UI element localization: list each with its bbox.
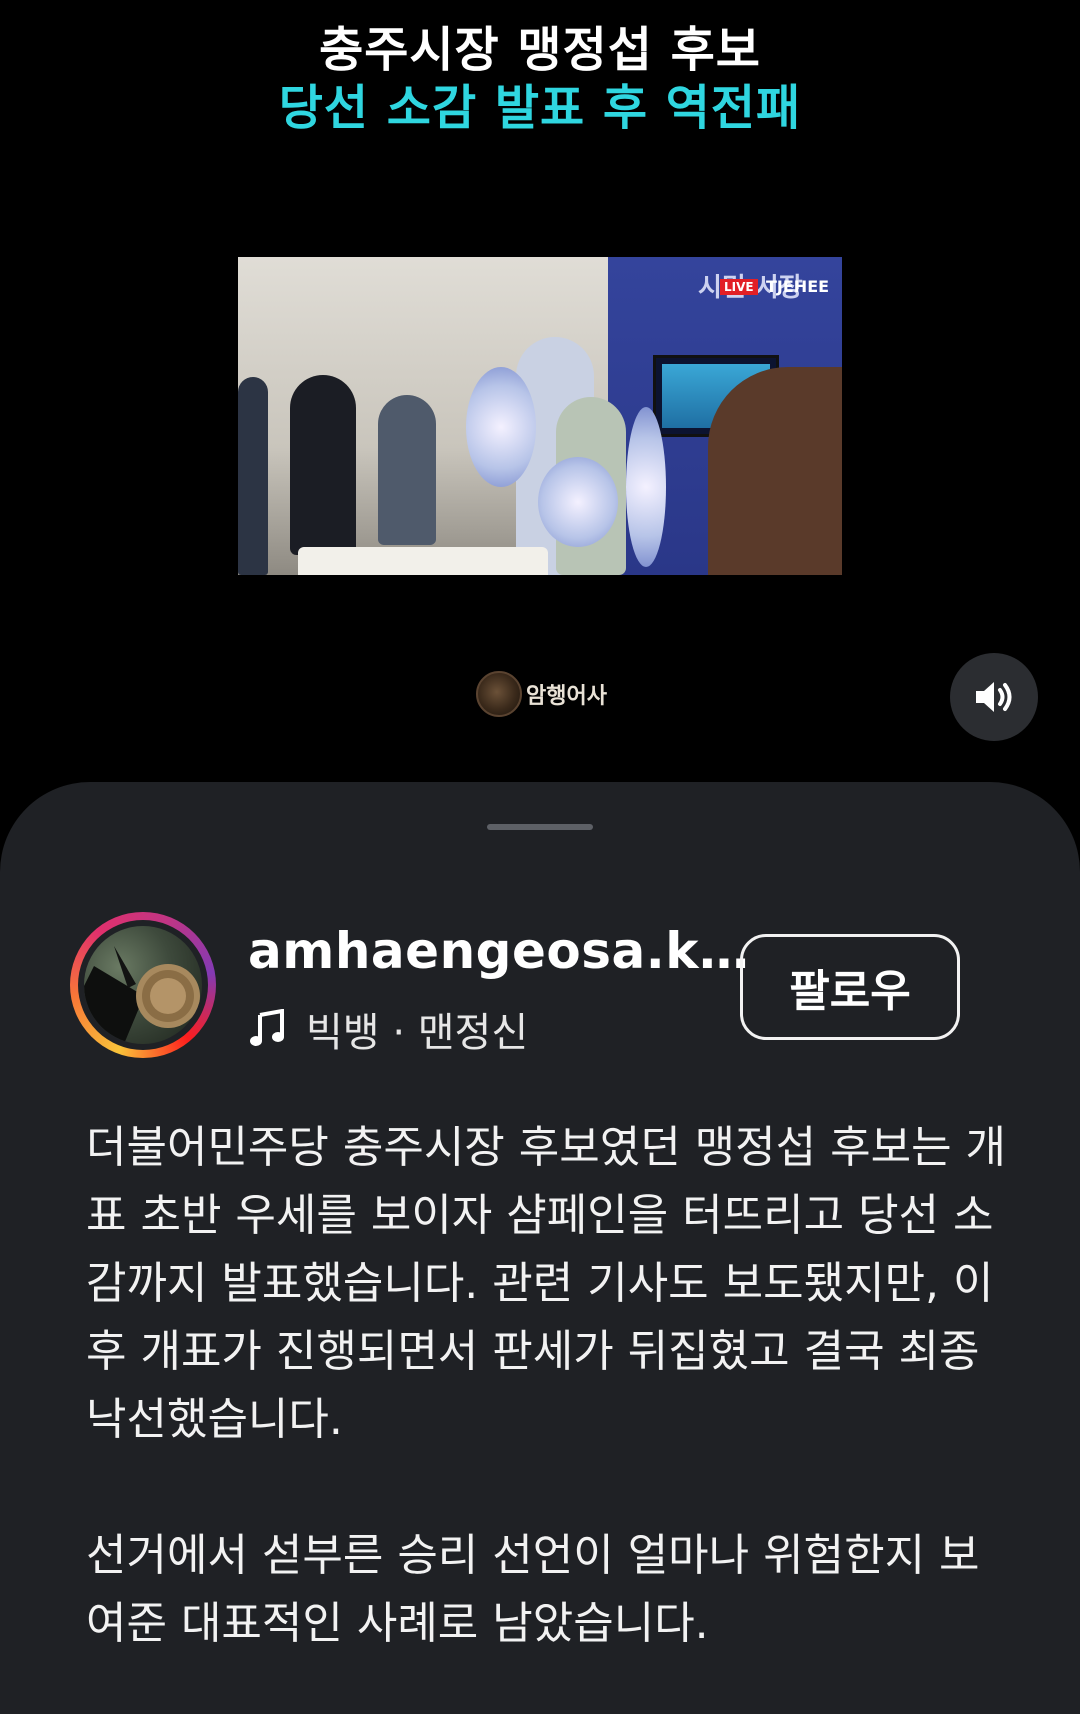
avatar[interactable] <box>70 912 216 1058</box>
video-title-line-1: 충주시장 맹정섭 후보 <box>319 22 761 78</box>
caption-sheet[interactable]: amhaengeosa.k… 빅뱅 · 맨정신 팔로우 더불어민주당 충주시장 … <box>0 782 1080 1714</box>
follow-button[interactable]: 팔로우 <box>740 934 960 1040</box>
username[interactable]: amhaengeosa.k… <box>248 922 749 980</box>
caption-paragraph-1: 더불어민주당 충주시장 후보였던 맹정섭 후보는 개표 초반 우세를 보이자 샴… <box>86 1122 1007 1445</box>
music-track-text: 빅뱅 · 맨정신 <box>306 1010 529 1056</box>
scene-person <box>378 395 436 545</box>
reel-video[interactable]: 충주시장 맹정섭 후보 당선 소감 발표 후 역전패 시민 시장 LIVE TJ… <box>0 0 1080 800</box>
scene-flowers <box>626 407 666 567</box>
post-caption: 더불어민주당 충주시장 후보였던 맹정섭 후보는 개표 초반 우세를 보이자 샴… <box>86 1114 1006 1658</box>
music-note-icon <box>250 1009 284 1046</box>
video-title-line-2: 당선 소감 발표 후 역전패 <box>278 80 802 136</box>
video-frame: 시민 시장 LIVE TJEHEE <box>238 257 842 575</box>
speaker-volume-icon <box>976 682 1012 712</box>
caption-paragraph-2: 선거에서 섣부른 승리 선언이 얼마나 위험한지 보여준 대표적인 사례로 남았… <box>86 1530 980 1649</box>
avatar-image <box>84 926 202 1044</box>
live-badge: LIVE <box>720 279 758 295</box>
drag-handle[interactable] <box>487 824 593 830</box>
channel-tag: TJEHEE <box>766 277 830 296</box>
scene-camera-operator <box>708 367 842 575</box>
watermark-text: 암행어사 <box>526 683 607 709</box>
scene-table <box>298 547 548 575</box>
music-track-link[interactable]: 빅뱅 · 맨정신 <box>248 1000 528 1058</box>
scene-person <box>290 375 356 555</box>
channel-watermark: 암행어사 <box>476 670 607 718</box>
scene-person <box>238 377 268 575</box>
sound-toggle-button[interactable] <box>950 653 1038 741</box>
watermark-emblem-icon <box>476 671 522 717</box>
scene-flowers <box>466 367 536 487</box>
scene-flowers <box>538 457 618 547</box>
